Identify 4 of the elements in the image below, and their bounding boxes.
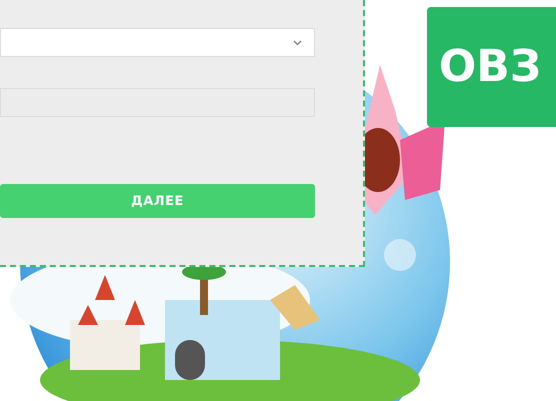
dropdown-field[interactable] [0, 28, 315, 57]
badge: ОВЗ [427, 7, 556, 127]
chevron-down-icon [293, 40, 302, 46]
next-button[interactable]: ДАЛЕЕ [0, 184, 315, 218]
